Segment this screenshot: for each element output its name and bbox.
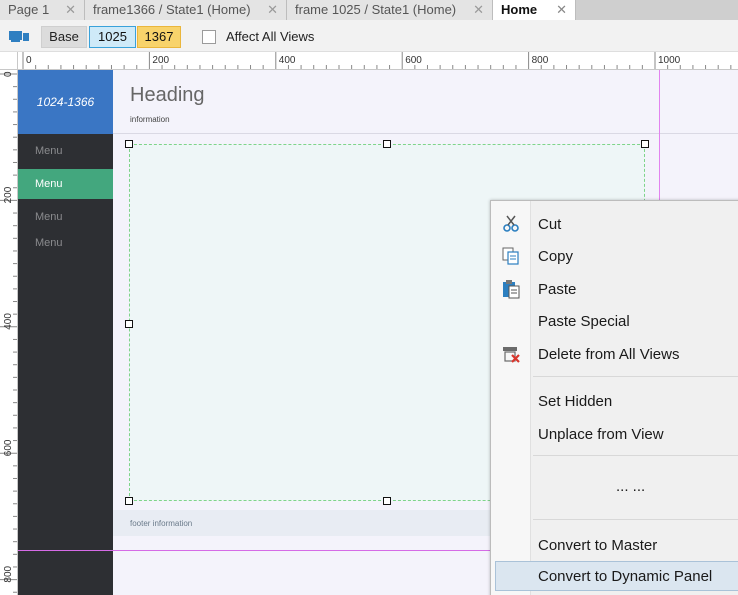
sidebar-menu-item-active[interactable]: Menu <box>18 169 113 199</box>
close-icon[interactable]: ✕ <box>556 0 567 20</box>
menu-item-set-hidden[interactable]: Set Hidden <box>491 386 738 416</box>
view-base-button[interactable]: Base <box>41 26 87 48</box>
tab-bar: Page 1 ✕ frame1366 / State1 (Home) ✕ fra… <box>0 0 738 20</box>
ruler-label: 0 <box>3 71 14 77</box>
menu-separator <box>533 376 738 377</box>
tab-label: frame 1025 / State1 (Home) <box>295 2 457 17</box>
affect-all-views-checkbox[interactable] <box>202 30 216 44</box>
ruler-label: 400 <box>3 313 14 330</box>
ruler-label: 200 <box>152 55 169 66</box>
close-icon[interactable]: ✕ <box>267 0 278 20</box>
information-text: information <box>130 115 170 124</box>
view-1025-button[interactable]: 1025 <box>89 26 136 48</box>
ruler-label: 800 <box>3 565 14 582</box>
menu-item-unplace-from-view[interactable]: Unplace from View <box>491 419 738 449</box>
resize-handle-tr[interactable] <box>641 140 649 148</box>
footer-text: footer information <box>130 519 193 528</box>
close-icon[interactable]: ✕ <box>473 0 484 20</box>
menu-item-label: Paste <box>538 281 577 298</box>
resize-handle-bl[interactable] <box>125 497 133 505</box>
ruler-label: 800 <box>532 55 549 66</box>
tab-label: Page 1 <box>8 2 50 17</box>
menu-item-convert-to-dynamic-panel[interactable]: Convert to Dynamic Panel <box>495 561 738 591</box>
menu-item-paste[interactable]: Paste <box>491 274 738 304</box>
resize-handle-top[interactable] <box>383 140 391 148</box>
menu-item-more[interactable]: ... ... <box>491 471 738 501</box>
menu-item-label: Paste Special <box>538 313 630 330</box>
view-1367-button[interactable]: 1367 <box>137 26 181 48</box>
context-menu: Cut Copy Paste Paste Special Delete from… <box>490 200 738 595</box>
sidebar-title: 1024-1366 <box>18 70 113 134</box>
scissors-icon <box>503 215 519 232</box>
menu-separator <box>533 519 738 520</box>
menu-item-label: Cut <box>538 216 562 233</box>
menu-item-label: Set Hidden <box>538 393 613 410</box>
clipboard-icon <box>503 280 520 299</box>
menu-item-copy[interactable]: Copy <box>491 241 738 271</box>
sidebar-menu-item[interactable]: Menu <box>18 228 113 258</box>
tab-page-1[interactable]: Page 1 ✕ <box>0 0 85 20</box>
tab-label: frame1366 / State1 (Home) <box>93 2 251 17</box>
ruler-label: 600 <box>405 55 422 66</box>
menu-item-label: ... ... <box>616 478 646 495</box>
menu-item-label: Convert to Dynamic Panel <box>538 568 713 585</box>
page-heading: Heading <box>130 84 205 106</box>
resize-handle-tl[interactable] <box>125 140 133 148</box>
menu-item-label: Copy <box>538 248 574 265</box>
close-icon[interactable]: ✕ <box>65 0 76 20</box>
app-window: Page 1 ✕ frame1366 / State1 (Home) ✕ fra… <box>0 0 738 595</box>
tab-frame1025[interactable]: frame 1025 / State1 (Home) ✕ <box>287 0 493 20</box>
ruler-label: 0 <box>26 55 32 66</box>
page-sidebar[interactable]: 1024-1366 Menu Menu Menu Menu <box>18 70 113 595</box>
vertical-ruler[interactable]: 0 200 400 600 800 <box>0 70 18 595</box>
menu-item-paste-special[interactable]: Paste Special <box>491 306 738 336</box>
ruler-label: 1000 <box>658 55 681 66</box>
resize-handle-left[interactable] <box>125 320 133 328</box>
copy-icon <box>502 247 519 265</box>
ruler-label: 600 <box>3 439 14 456</box>
ruler-label: 200 <box>3 186 14 203</box>
horizontal-ruler[interactable]: 0 200 400 600 800 1000 <box>18 52 738 70</box>
menu-item-cut[interactable]: Cut <box>491 209 738 239</box>
ruler-corner <box>0 52 18 70</box>
tab-label: Home <box>501 2 538 17</box>
menu-item-delete-from-all-views[interactable]: Delete from All Views <box>491 339 738 369</box>
ruler-label: 400 <box>279 55 296 66</box>
menu-separator <box>533 455 738 456</box>
menu-item-label: Delete from All Views <box>538 346 680 363</box>
affect-all-views-label: Affect All Views <box>226 29 315 44</box>
menu-item-label: Unplace from View <box>538 426 664 443</box>
menu-item-label: Convert to Master <box>538 537 658 554</box>
delete-views-icon <box>503 347 520 363</box>
adaptive-views-toolbar: Base 1025 1367 Affect All Views <box>0 20 738 52</box>
sidebar-menu-item[interactable]: Menu <box>18 136 113 166</box>
page-header[interactable]: Heading information <box>113 70 738 134</box>
resize-handle-bottom[interactable] <box>383 497 391 505</box>
tab-frame1366[interactable]: frame1366 / State1 (Home) ✕ <box>85 0 287 20</box>
menu-item-convert-to-master[interactable]: Convert to Master <box>491 530 738 560</box>
tab-home[interactable]: Home ✕ <box>493 0 576 20</box>
adaptive-views-icon[interactable] <box>9 30 29 42</box>
